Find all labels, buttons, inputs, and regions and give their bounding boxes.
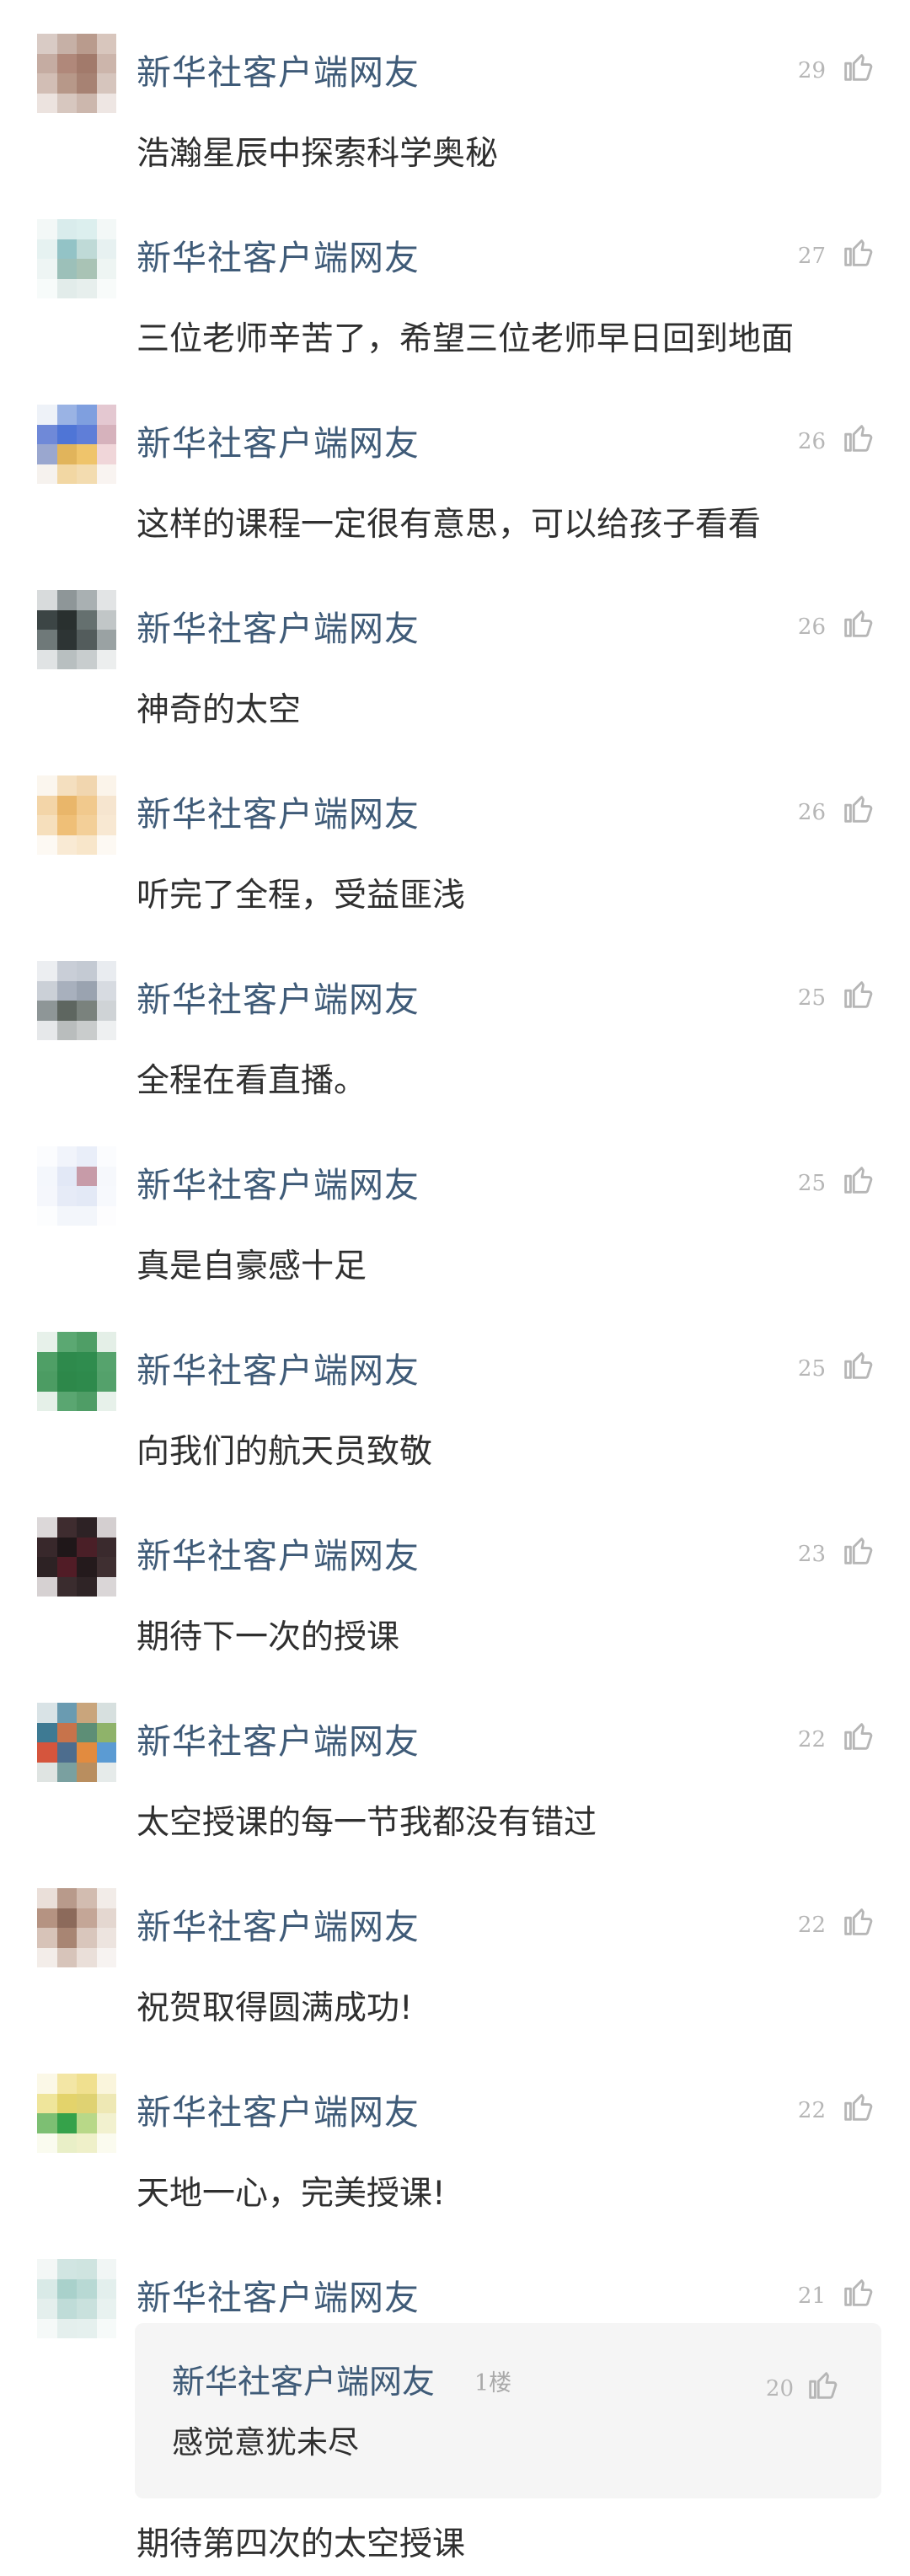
avatar[interactable]: [37, 1703, 116, 1782]
thumbs-up-icon[interactable]: [839, 974, 878, 1013]
avatar[interactable]: [37, 775, 116, 855]
thumbs-up-icon[interactable]: [839, 1902, 878, 1940]
comment-text: 天地一心，完美授课!: [136, 2175, 446, 2213]
like-count: 27: [797, 244, 826, 269]
thumbs-up-icon[interactable]: [839, 2087, 878, 2126]
like-count: 26: [797, 614, 826, 640]
username[interactable]: 新华社客户端网友: [136, 423, 420, 464]
reply-floor-label: 1楼: [474, 2370, 512, 2396]
like-count: 26: [797, 429, 826, 454]
like-count: 23: [797, 1542, 826, 1567]
like-count: 21: [797, 2284, 826, 2309]
comment-item: 新华社客户端网友 22 太空授课的每一节我都没有错过: [0, 1669, 910, 1851]
avatar[interactable]: [37, 405, 116, 484]
comment-item: 新华社客户端网友 25 向我们的航天员致敬: [0, 1298, 910, 1480]
reply-box: 新华社客户端网友 1楼 20 感觉意犹未尽: [135, 2323, 881, 2498]
username[interactable]: 新华社客户端网友: [136, 2092, 420, 2133]
thumbs-up-icon[interactable]: [839, 418, 878, 457]
username[interactable]: 新华社客户端网友: [136, 1536, 420, 1576]
comment-item: 新华社客户端网友 26 神奇的太空: [0, 556, 910, 738]
thumbs-up-icon[interactable]: [839, 604, 878, 642]
comment-text: 真是自豪感十足: [136, 1248, 367, 1285]
avatar[interactable]: [37, 34, 116, 113]
reply-like-count: 20: [765, 2376, 794, 2402]
username[interactable]: 新华社客户端网友: [136, 609, 420, 649]
username[interactable]: 新华社客户端网友: [136, 52, 420, 93]
thumbs-up-icon[interactable]: [839, 1345, 878, 1384]
comment-text: 全程在看直播。: [136, 1062, 367, 1100]
like-count: 22: [797, 1913, 826, 1938]
comment-item: 新华社客户端网友 26 听完了全程，受益匪浅: [0, 742, 910, 924]
comment-item: 新华社客户端网友 26 这样的课程一定很有意思，可以给孩子看看: [0, 371, 910, 553]
thumbs-up-icon[interactable]: [839, 2273, 878, 2311]
username[interactable]: 新华社客户端网友: [136, 1350, 420, 1391]
thumbs-up-icon[interactable]: [839, 47, 878, 86]
comment-text: 听完了全程，受益匪浅: [136, 877, 466, 915]
like-count: 29: [797, 58, 826, 83]
thumbs-up-icon[interactable]: [839, 1531, 878, 1570]
comment-text: 期待第四次的太空授课: [136, 2525, 466, 2563]
username[interactable]: 新华社客户端网友: [136, 1165, 420, 1205]
comment-item: 新华社客户端网友 27 三位老师辛苦了，希望三位老师早日回到地面: [0, 185, 910, 368]
avatar[interactable]: [37, 219, 116, 298]
username[interactable]: 新华社客户端网友: [136, 1721, 420, 1762]
comment-text: 三位老师辛苦了，希望三位老师早日回到地面: [136, 320, 795, 358]
avatar[interactable]: [37, 1146, 116, 1226]
comment-item: 新华社客户端网友 25 真是自豪感十足: [0, 1113, 910, 1295]
username[interactable]: 新华社客户端网友: [136, 2278, 420, 2318]
comment-item: 新华社客户端网友 22 祝贺取得圆满成功!: [0, 1854, 910, 2037]
thumbs-up-icon[interactable]: [804, 2365, 843, 2404]
comment-text: 期待下一次的授课: [136, 1618, 400, 1656]
comment-text: 神奇的太空: [136, 691, 302, 729]
comment-text: 浩瀚星辰中探索科学奥秘: [136, 135, 499, 173]
avatar[interactable]: [37, 2074, 116, 2153]
comment-text: 太空授课的每一节我都没有错过: [136, 1804, 597, 1842]
avatar[interactable]: [37, 590, 116, 669]
comment-item: 新华社客户端网友 25 全程在看直播。: [0, 927, 910, 1109]
like-count: 26: [797, 800, 826, 825]
thumbs-up-icon[interactable]: [839, 1160, 878, 1199]
reply-username[interactable]: 新华社客户端网友: [172, 2364, 435, 2402]
like-count: 25: [797, 1356, 826, 1382]
reply-text: 感觉意犹未尽: [172, 2424, 359, 2461]
comment-text: 这样的课程一定很有意思，可以给孩子看看: [136, 506, 762, 544]
username[interactable]: 新华社客户端网友: [136, 794, 420, 835]
comment-text: 向我们的航天员致敬: [136, 1433, 433, 1471]
comment-text: 祝贺取得圆满成功!: [136, 1989, 413, 2027]
username[interactable]: 新华社客户端网友: [136, 1907, 420, 1947]
comment-item: 新华社客户端网友 23 期待下一次的授课: [0, 1484, 910, 1666]
avatar[interactable]: [37, 961, 116, 1040]
thumbs-up-icon[interactable]: [839, 233, 878, 271]
like-count: 22: [797, 1727, 826, 1752]
avatar[interactable]: [37, 1332, 116, 1411]
like-count: 25: [797, 985, 826, 1011]
thumbs-up-icon[interactable]: [839, 1716, 878, 1755]
comment-item: 新华社客户端网友 29 浩瀚星辰中探索科学奥秘: [0, 0, 910, 182]
like-count: 25: [797, 1171, 826, 1196]
like-count: 22: [797, 2098, 826, 2123]
username[interactable]: 新华社客户端网友: [136, 238, 420, 278]
avatar[interactable]: [37, 1517, 116, 1597]
avatar[interactable]: [37, 1888, 116, 1967]
avatar[interactable]: [37, 2259, 116, 2338]
comment-item: 新华社客户端网友 22 天地一心，完美授课!: [0, 2040, 910, 2222]
username[interactable]: 新华社客户端网友: [136, 979, 420, 1020]
thumbs-up-icon[interactable]: [839, 789, 878, 828]
